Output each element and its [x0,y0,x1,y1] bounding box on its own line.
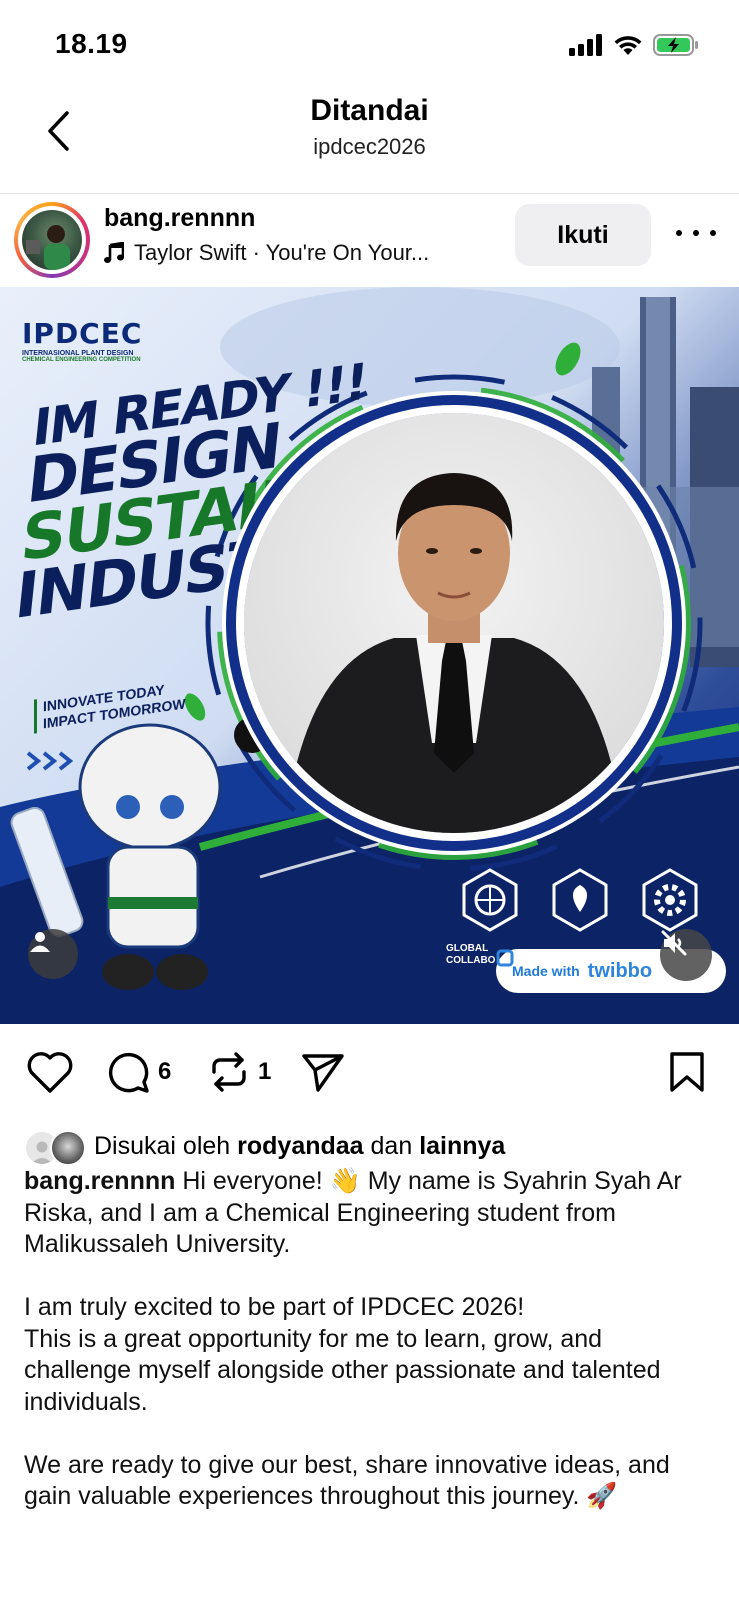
comment-button[interactable]: 6 [106,1050,171,1094]
page-title: Ditandai [310,94,429,127]
battery-charging-icon [653,34,698,56]
comment-icon [108,1052,149,1093]
navigation-bar: Ditandai ipdcec2026 [0,90,739,190]
liked-by-others[interactable]: lainnya [419,1132,505,1161]
caption-username[interactable]: bang.rennnn [24,1167,175,1195]
repost-count: 1 [258,1058,272,1085]
follow-button[interactable]: Ikuti [515,204,651,266]
status-bar: 18.19 [0,0,739,90]
status-time: 18.19 [55,28,128,59]
tagged-users-button[interactable] [28,929,78,979]
avatar [22,210,82,270]
bookmark-icon [670,1052,704,1092]
share-button[interactable] [300,1050,346,1094]
ipdcec-logo: IPDCEC INTERNASIONAL PLANT DESIGN CHEMIC… [22,317,143,363]
cellular-signal-icon [569,34,602,56]
comment-count: 6 [158,1058,172,1085]
caption-text: Hi everyone! 👋 My name is Syahrin Syah A… [24,1167,682,1510]
music-attribution[interactable]: Taylor Swift · You're On Your... [104,240,429,266]
post-username[interactable]: bang.rennnn [104,204,255,233]
avatar [50,1130,86,1166]
post-caption: bang.rennnn Hi everyone! 👋 My name is Sy… [24,1166,714,1513]
post-image[interactable]: IPDCEC INTERNASIONAL PLANT DESIGN CHEMIC… [0,287,739,1024]
liked-by-avatars [24,1128,86,1166]
story-avatar[interactable] [14,202,90,278]
send-icon [302,1054,344,1092]
liked-by-row[interactable]: Disukai oleh rodyandaa dan lainnya [24,1126,505,1166]
profile-photo-frame [244,413,664,833]
music-note-icon [104,242,124,263]
save-button[interactable] [668,1050,706,1094]
twibbon-square-icon [496,949,514,967]
page-subtitle[interactable]: ipdcec2026 [0,134,739,160]
status-icons [569,30,699,60]
music-label: Taylor Swift · You're On Your... [134,240,430,265]
speaker-muted-icon [661,930,687,956]
liked-by-user[interactable]: rodyandaa [237,1132,363,1161]
badge-labels: GLOBAL COLLABO [446,943,496,966]
person-photo [284,473,624,833]
like-button[interactable] [26,1050,74,1094]
post-actions: 6 1 [0,1028,739,1118]
person-icon [30,932,50,952]
heart-icon [27,1052,73,1093]
repost-button[interactable]: 1 [208,1050,271,1094]
post-header: bang.rennnn Taylor Swift · You're On You… [0,194,739,286]
avatar-photo [26,225,70,270]
wifi-icon [614,36,642,55]
mute-audio-button[interactable] [660,929,712,981]
repost-icon [212,1052,246,1092]
more-options-icon[interactable] [676,218,716,248]
